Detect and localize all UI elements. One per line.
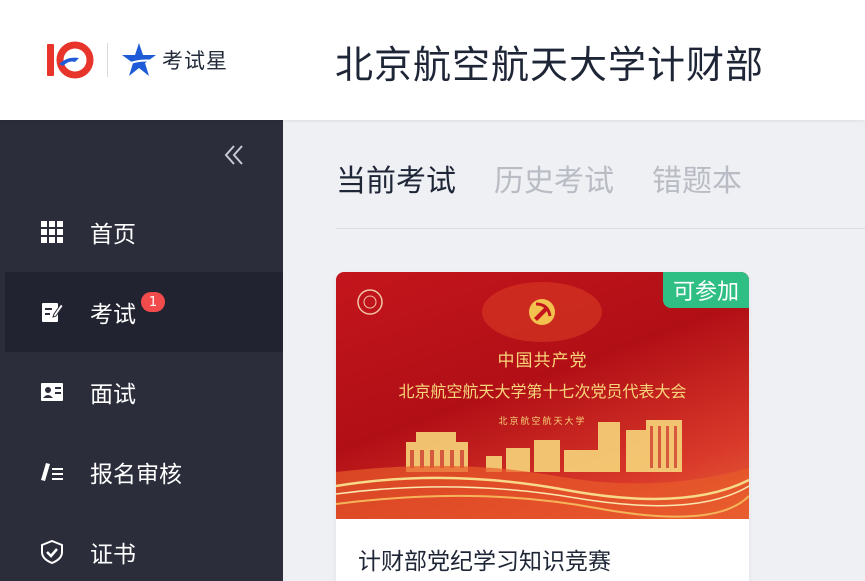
grid-icon [39,219,65,245]
sidebar-item-registration-review[interactable]: 报名审核 [5,432,283,512]
logo-divider [107,43,108,77]
header: 考试星 北京航空航天大学计财部 [0,0,865,120]
exam-tabs: 当前考试 历史考试 错题本 [336,156,742,200]
star-logo-icon [122,43,156,76]
pen-list-icon [39,459,65,485]
sidebar-item-label: 证书 [90,542,136,568]
sidebar: 首页 考试 1 面试 报名审核 证书 [0,120,283,581]
banner-heading: 中国共产党 [497,351,588,371]
sidebar-item-exam[interactable]: 考试 1 [5,272,283,352]
tab-current-exams[interactable]: 当前考试 [336,156,456,200]
tab-history-exams[interactable]: 历史考试 [494,156,614,200]
sidebar-item-interview[interactable]: 面试 [5,352,283,432]
banner-subheading: 北京航空航天大学第十七次党员代表大会 [398,382,687,401]
shield-check-icon [39,539,65,565]
anniversary-ten-logo-icon [47,41,94,79]
exam-banner-image: 中国共产党 北京航空航天大学第十七次党员代表大会 北京航空航天大学 可参加 [336,272,749,519]
sidebar-item-label: 报名审核 [90,462,182,488]
banner-calligraphy: 北京航空航天大学 [498,417,587,427]
org-title: 北京航空航天大学计财部 [335,43,765,87]
sidebar-item-label: 面试 [90,382,136,408]
sidebar-item-certificate[interactable]: 证书 [5,512,283,581]
exam-card[interactable]: 中国共产党 北京航空航天大学第十七次党员代表大会 北京航空航天大学 可参加 计财… [336,272,749,581]
sidebar-item-label: 首页 [90,222,136,248]
sidebar-item-home[interactable]: 首页 [5,192,283,272]
brand-name: 考试星 [162,49,228,73]
notification-badge: 1 [141,292,165,312]
logo[interactable]: 考试星 [45,38,228,82]
id-card-icon [39,379,65,405]
tab-wrong-questions[interactable]: 错题本 [652,156,742,200]
status-badge: 可参加 [662,272,749,308]
sidebar-item-label: 考试 [90,302,136,328]
edit-note-icon [39,299,65,325]
double-chevron-left-icon[interactable] [221,142,247,168]
exam-title[interactable]: 计财部党纪学习知识竞赛 [358,542,611,576]
tabs-divider [336,228,865,229]
